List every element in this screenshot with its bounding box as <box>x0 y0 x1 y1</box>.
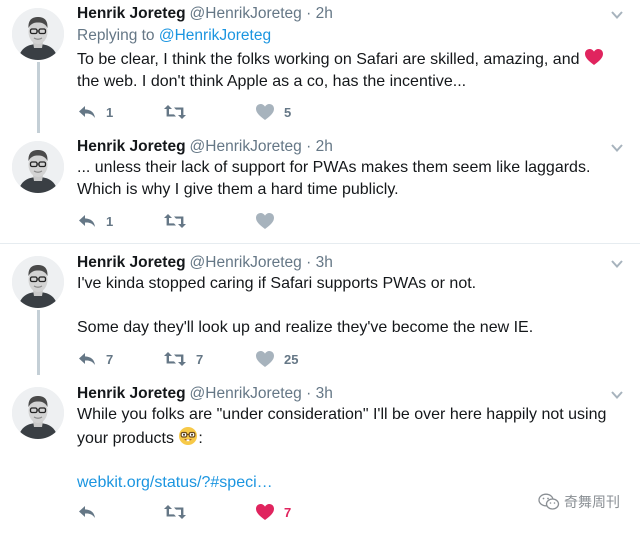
heart-icon <box>256 104 274 120</box>
like-button[interactable]: 7 <box>255 502 291 522</box>
tweet-text-part: your products <box>77 430 179 447</box>
reply-count: 7 <box>106 351 114 367</box>
chevron-down-icon[interactable] <box>610 141 624 155</box>
reply-button[interactable]: 7 <box>77 349 113 369</box>
author-name[interactable]: Henrik Joreteg <box>77 5 186 22</box>
nerd-face-emoji-icon <box>179 427 198 445</box>
chevron-down-icon[interactable] <box>610 388 624 402</box>
timestamp[interactable]: 3h <box>316 254 333 271</box>
reply-count: 1 <box>106 213 114 229</box>
retweet-button[interactable]: 7 <box>163 349 203 369</box>
author-name[interactable]: Henrik Joreteg <box>77 254 186 271</box>
watermark-text: 奇舞周刊 <box>564 494 620 510</box>
tweet[interactable]: Henrik Joreteg @HenrikJoreteg · 3h I've k… <box>0 244 640 375</box>
tweet-text-line: your products : <box>77 426 629 450</box>
tweet-text: ... unless their lack of support for PWA… <box>77 157 629 201</box>
retweet-icon <box>164 505 186 519</box>
reply-button[interactable] <box>77 502 106 522</box>
reply-icon <box>79 353 95 365</box>
watermark: 奇舞周刊 <box>538 492 620 512</box>
timestamp[interactable]: 2h <box>316 5 333 22</box>
reply-icon <box>79 506 95 518</box>
wechat-icon <box>538 493 560 510</box>
replying-to-handle[interactable]: @HenrikJoreteg <box>159 27 271 44</box>
tweet-text-part: To be clear, I think the folks working o… <box>77 51 584 68</box>
retweet-button[interactable] <box>163 211 196 231</box>
tweet-link[interactable]: webkit.org/status/?#speci… <box>77 472 629 494</box>
heart-icon <box>256 351 274 367</box>
separator-dot: · <box>306 254 312 271</box>
tweet-text-line: While you folks are "under consideration… <box>77 406 607 423</box>
replying-to-label: Replying to <box>77 27 159 44</box>
like-button[interactable]: 25 <box>255 349 298 369</box>
tweet[interactable]: Henrik Joreteg @HenrikJoreteg · 2h Replyi… <box>0 0 640 133</box>
like-count: 25 <box>284 351 299 367</box>
tweet-text-line: Some day they'll look up and realize the… <box>77 319 534 336</box>
author-handle[interactable]: @HenrikJoreteg <box>190 254 302 271</box>
avatar[interactable] <box>12 141 64 193</box>
retweet-button[interactable] <box>163 102 196 122</box>
tweet-text-part: the web. I don't think Apple as a co, ha… <box>77 73 467 90</box>
author-handle[interactable]: @HenrikJoreteg <box>190 138 302 155</box>
tweet-text-line: Which is why I give them a hard time pub… <box>77 181 399 198</box>
reply-button[interactable]: 1 <box>77 211 113 231</box>
timestamp[interactable]: 3h <box>316 385 333 402</box>
heart-emoji-icon <box>584 49 603 65</box>
replying-to: Replying to @HenrikJoreteg <box>77 27 271 45</box>
like-button[interactable]: 5 <box>255 102 291 122</box>
separator-dot: · <box>306 385 312 402</box>
avatar[interactable] <box>12 256 64 308</box>
retweet-button[interactable] <box>163 502 196 522</box>
thread-line <box>37 310 40 375</box>
retweet-icon <box>164 352 186 366</box>
like-count: 7 <box>284 504 292 520</box>
like-count: 5 <box>284 104 292 120</box>
tweet-text-part: : <box>198 430 203 447</box>
retweet-count: 7 <box>196 351 204 367</box>
author-name[interactable]: Henrik Joreteg <box>77 138 186 155</box>
tweet-text-line: ... unless their lack of support for PWA… <box>77 159 591 176</box>
tweet-header: Henrik Joreteg @HenrikJoreteg · 3h <box>77 385 333 403</box>
reply-count: 1 <box>106 104 114 120</box>
chevron-down-icon[interactable] <box>610 8 624 22</box>
author-handle[interactable]: @HenrikJoreteg <box>190 385 302 402</box>
reply-icon <box>79 106 95 118</box>
tweet-text-line: I've kinda stopped caring if Safari supp… <box>77 275 477 292</box>
retweet-icon <box>164 105 186 119</box>
tweet[interactable]: Henrik Joreteg @HenrikJoreteg · 2h ... un… <box>0 133 640 243</box>
tweet-text: I've kinda stopped caring if Safari supp… <box>77 273 629 339</box>
thread-line <box>37 62 40 133</box>
reply-icon <box>79 215 95 227</box>
tweet-text: While you folks are "under consideration… <box>77 404 629 494</box>
heart-icon <box>256 213 274 229</box>
heart-icon <box>256 504 274 520</box>
tweet-text: To be clear, I think the folks working o… <box>77 47 629 93</box>
tweet-header: Henrik Joreteg @HenrikJoreteg · 2h <box>77 138 333 156</box>
tweet-header: Henrik Joreteg @HenrikJoreteg · 2h <box>77 5 333 23</box>
author-handle[interactable]: @HenrikJoreteg <box>190 5 302 22</box>
separator-dot: · <box>306 138 312 155</box>
timestamp[interactable]: 2h <box>316 138 333 155</box>
author-name[interactable]: Henrik Joreteg <box>77 385 186 402</box>
separator-dot: · <box>306 5 312 22</box>
avatar[interactable] <box>12 387 64 439</box>
reply-button[interactable]: 1 <box>77 102 113 122</box>
retweet-icon <box>164 214 186 228</box>
chevron-down-icon[interactable] <box>610 257 624 271</box>
tweet-header: Henrik Joreteg @HenrikJoreteg · 3h <box>77 254 333 272</box>
like-button[interactable] <box>255 211 284 231</box>
avatar[interactable] <box>12 8 64 60</box>
